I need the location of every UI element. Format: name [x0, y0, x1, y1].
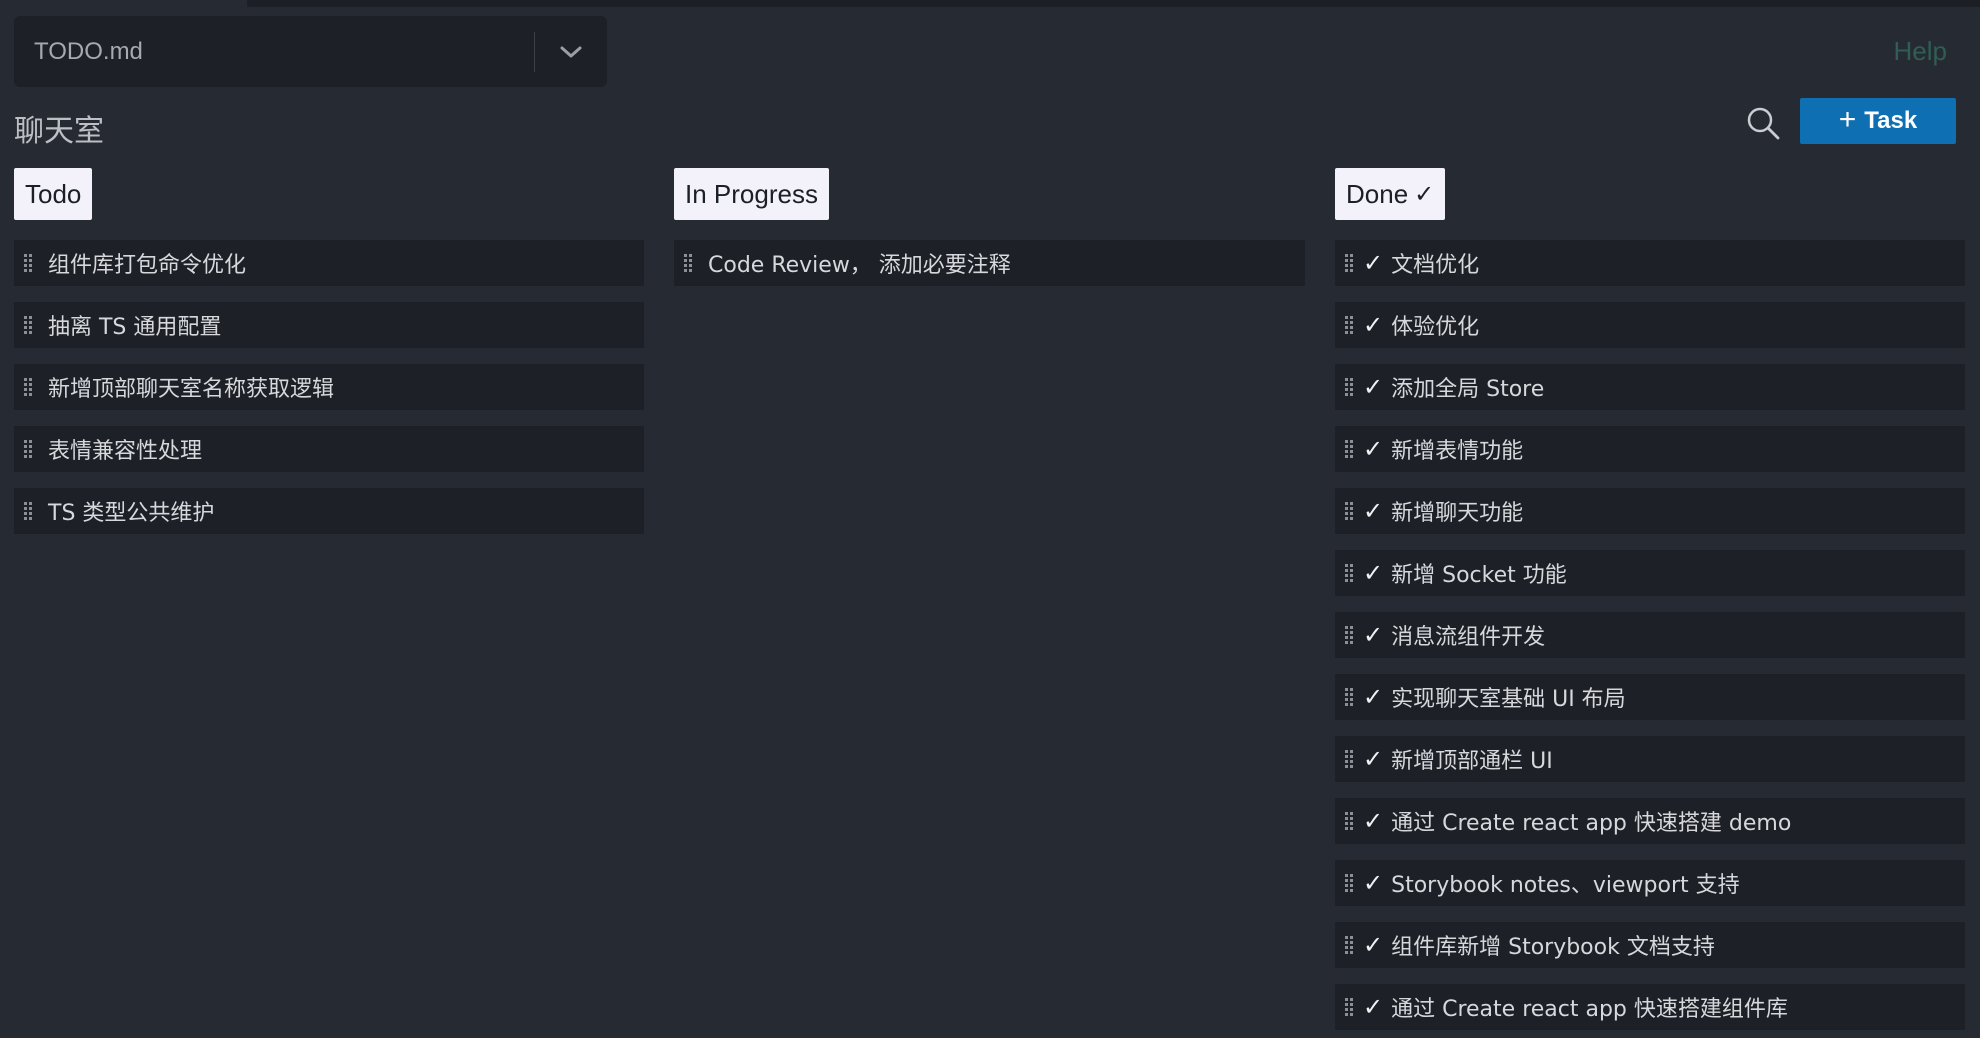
task-card[interactable]: TS 类型公共维护: [14, 488, 644, 534]
checkmark-icon: ✓: [1363, 435, 1384, 463]
checkmark-icon: ✓: [1363, 249, 1384, 277]
task-card-done[interactable]: ✓ 添加全局 Store: [1335, 364, 1965, 410]
task-card-text: 新增表情功能: [1391, 439, 1524, 464]
task-card-done[interactable]: ✓ 实现聊天室基础 UI 布局: [1335, 674, 1965, 720]
task-card-done[interactable]: ✓ 体验优化: [1335, 302, 1965, 348]
board-title: 聊天室: [14, 114, 104, 149]
checkmark-icon: ✓: [1414, 180, 1435, 208]
task-card-text: Code Review， 添加必要注释: [708, 253, 1011, 278]
file-select-value: TODO.md: [34, 37, 143, 65]
checkmark-icon: ✓: [1363, 993, 1384, 1021]
card-list-done: ✓ 文档优化 ✓ 体验优化 ✓ 添加全局 Store ✓ 新增表情功能 ✓ 新增…: [1335, 240, 1965, 1030]
drag-handle-icon[interactable]: [1345, 625, 1355, 645]
drag-handle-icon[interactable]: [1345, 563, 1355, 583]
checkmark-icon: ✓: [1363, 559, 1384, 587]
plus-icon: +: [1838, 102, 1857, 136]
active-editor-tab[interactable]: [0, 0, 247, 7]
add-task-label: Task: [1864, 107, 1918, 134]
task-card-done[interactable]: ✓ 消息流组件开发: [1335, 612, 1965, 658]
card-list-todo: 组件库打包命令优化 抽离 TS 通用配置 新增顶部聊天室名称获取逻辑 表情兼容性…: [14, 240, 644, 534]
column-header-todo[interactable]: Todo: [14, 168, 93, 220]
task-card-text: 组件库新增 Storybook 文档支持: [1391, 935, 1715, 960]
checkmark-icon: ✓: [1363, 745, 1384, 773]
task-card-text: 消息流组件开发: [1391, 625, 1546, 650]
drag-handle-icon[interactable]: [1345, 439, 1355, 459]
drag-handle-icon[interactable]: [24, 439, 34, 459]
checkmark-icon: ✓: [1363, 807, 1384, 835]
task-card-done[interactable]: ✓ Storybook notes、viewport 支持: [1335, 860, 1965, 906]
task-card-text: 组件库打包命令优化: [48, 253, 247, 278]
task-card-done[interactable]: ✓ 新增表情功能: [1335, 426, 1965, 472]
task-card-done[interactable]: ✓ 通过 Create react app 快速搭建 demo: [1335, 798, 1965, 844]
checkmark-icon: ✓: [1363, 311, 1384, 339]
checkmark-icon: ✓: [1363, 931, 1384, 959]
task-card-text: 新增顶部聊天室名称获取逻辑: [48, 377, 335, 402]
drag-handle-icon[interactable]: [684, 253, 694, 273]
column-title: In Progress: [685, 178, 818, 209]
task-card-text: 新增顶部通栏 UI: [1391, 749, 1553, 774]
drag-handle-icon[interactable]: [24, 501, 34, 521]
drag-handle-icon[interactable]: [1345, 749, 1355, 769]
task-card[interactable]: Code Review， 添加必要注释: [674, 240, 1305, 286]
task-card-text: 体验优化: [1391, 315, 1480, 340]
column-title: Todo: [25, 178, 82, 209]
task-card-done[interactable]: ✓ 组件库新增 Storybook 文档支持: [1335, 922, 1965, 968]
task-card-done[interactable]: ✓ 文档优化: [1335, 240, 1965, 286]
drag-handle-icon[interactable]: [1345, 253, 1355, 273]
task-card-text: 文档优化: [1391, 253, 1480, 278]
checkmark-icon: ✓: [1363, 869, 1384, 897]
drag-handle-icon[interactable]: [1345, 501, 1355, 521]
column-title: Done: [1346, 178, 1409, 209]
task-card-text: 新增聊天功能: [1391, 501, 1524, 526]
column-done: Done ✓ ✓ 文档优化 ✓ 体验优化 ✓ 添加全局 Store ✓ 新增表情…: [1335, 168, 1965, 1038]
task-card-text: 新增 Socket 功能: [1391, 563, 1567, 588]
column-in-progress: In Progress Code Review， 添加必要注释: [674, 168, 1305, 302]
drag-handle-icon[interactable]: [1345, 811, 1355, 831]
task-card-text: 添加全局 Store: [1391, 377, 1545, 402]
task-card-text: 表情兼容性处理: [48, 439, 203, 464]
column-header-in-progress[interactable]: In Progress: [674, 168, 829, 220]
editor-tab-strip: [0, 0, 1980, 7]
task-card[interactable]: 表情兼容性处理: [14, 426, 644, 472]
drag-handle-icon[interactable]: [24, 377, 34, 397]
search-icon[interactable]: [1744, 104, 1782, 142]
drag-handle-icon[interactable]: [1345, 377, 1355, 397]
drag-handle-icon[interactable]: [24, 253, 34, 273]
task-card-text: 通过 Create react app 快速搭建组件库: [1391, 997, 1788, 1022]
task-card-text: 实现聊天室基础 UI 布局: [1391, 687, 1626, 712]
task-card-text: 抽离 TS 通用配置: [48, 315, 222, 340]
task-card[interactable]: 抽离 TS 通用配置: [14, 302, 644, 348]
drag-handle-icon[interactable]: [1345, 315, 1355, 335]
task-card-text: 通过 Create react app 快速搭建 demo: [1391, 811, 1792, 836]
task-card-done[interactable]: ✓ 新增顶部通栏 UI: [1335, 736, 1965, 782]
task-card-done[interactable]: ✓ 新增聊天功能: [1335, 488, 1965, 534]
chevron-down-icon[interactable]: [535, 16, 607, 87]
checkmark-icon: ✓: [1363, 373, 1384, 401]
checkmark-icon: ✓: [1363, 497, 1384, 525]
add-task-button[interactable]: + Task: [1800, 98, 1956, 144]
column-todo: Todo 组件库打包命令优化 抽离 TS 通用配置 新增顶部聊天室名称获取逻辑 …: [14, 168, 644, 550]
file-select-dropdown[interactable]: TODO.md: [14, 16, 607, 87]
drag-handle-icon[interactable]: [1345, 935, 1355, 955]
task-card-text: TS 类型公共维护: [48, 501, 215, 526]
card-list-in-progress: Code Review， 添加必要注释: [674, 240, 1305, 286]
checkmark-icon: ✓: [1363, 621, 1384, 649]
drag-handle-icon[interactable]: [1345, 997, 1355, 1017]
task-card[interactable]: 组件库打包命令优化: [14, 240, 644, 286]
column-header-done[interactable]: Done ✓: [1335, 168, 1446, 220]
task-card-text: Storybook notes、viewport 支持: [1391, 873, 1740, 898]
task-card-done[interactable]: ✓ 新增 Socket 功能: [1335, 550, 1965, 596]
kanban-page: TODO.md Help 聊天室 + Task Todo 组件库打包命令优化 抽…: [0, 0, 1980, 1038]
task-card-done[interactable]: ✓ 通过 Create react app 快速搭建组件库: [1335, 984, 1965, 1030]
drag-handle-icon[interactable]: [24, 315, 34, 335]
drag-handle-icon[interactable]: [1345, 873, 1355, 893]
help-link[interactable]: Help: [1894, 36, 1947, 67]
drag-handle-icon[interactable]: [1345, 687, 1355, 707]
task-card[interactable]: 新增顶部聊天室名称获取逻辑: [14, 364, 644, 410]
checkmark-icon: ✓: [1363, 683, 1384, 711]
